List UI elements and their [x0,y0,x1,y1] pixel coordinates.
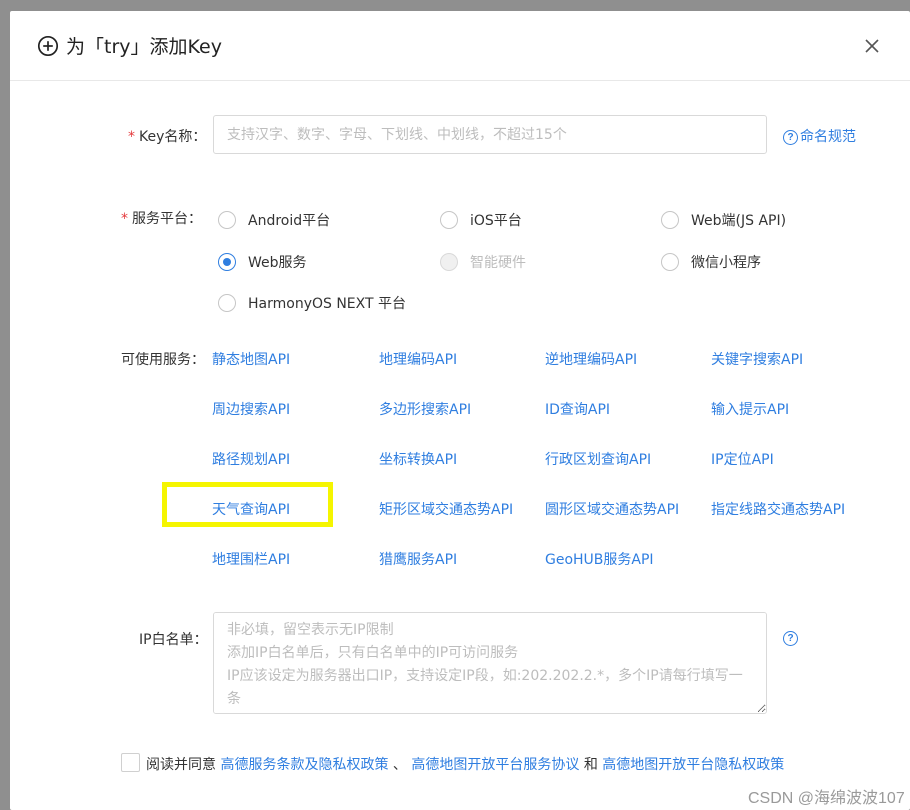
radio-smart-hardware: 智能硬件 [440,252,526,272]
radio-web-js-api[interactable]: Web端(JS API) [661,210,786,230]
service-agreement-link[interactable]: 高德地图开放平台服务协议 [411,757,579,773]
ip-whitelist-label: IP白名单： [139,632,208,648]
agreement-text: 阅读并同意 高德服务条款及隐私权政策 、 高德地图开放平台服务协议 和 高德地图… [146,757,785,773]
agreement-checkbox[interactable] [121,753,140,772]
radio-ios[interactable]: iOS平台 [440,210,522,230]
service-link[interactable]: 静态地图API [212,349,290,369]
radio-circle[interactable] [661,211,679,229]
radio-label: 微信小程序 [691,255,761,271]
close-icon[interactable] [862,36,882,56]
service-link[interactable]: 矩形区域交通态势API [379,499,513,519]
required-mark: * [121,211,128,227]
service-link[interactable]: 猎鹰服务API [379,549,457,569]
service-link[interactable]: 指定线路交通态势API [711,499,845,519]
service-link[interactable]: 输入提示API [711,399,789,419]
radio-circle[interactable] [440,211,458,229]
terms-link[interactable]: 高德服务条款及隐私权政策 [220,757,388,773]
service-link[interactable]: ID查询API [545,399,610,419]
privacy-policy-link[interactable]: 高德地图开放平台隐私权政策 [602,757,784,773]
service-link[interactable]: 多边形搜索API [379,399,471,419]
radio-wechat-mini-program[interactable]: 微信小程序 [661,252,761,272]
service-link[interactable]: 地理围栏API [212,549,290,569]
dialog-header: 为「try」添加Key [10,11,910,81]
dialog-title: 为「try」添加Key [66,36,222,58]
radio-harmonyos-next[interactable]: HarmonyOS NEXT 平台 [218,293,406,313]
radio-circle[interactable] [218,211,236,229]
service-link[interactable]: 地理编码API [379,349,457,369]
service-link[interactable]: 坐标转换API [379,449,457,469]
services-label: 可使用服务： [121,352,205,368]
radio-label: 智能硬件 [470,255,526,271]
question-circle-icon: ? [783,631,798,646]
radio-label: Android平台 [248,213,331,229]
service-link[interactable]: 行政区划查询API [545,449,651,469]
service-link[interactable]: 圆形区域交通态势API [545,499,679,519]
ip-help-link[interactable]: ? [783,630,800,646]
platform-label: * 服务平台： [121,211,202,227]
service-link[interactable]: 路径规划API [212,449,290,469]
service-link[interactable]: IP定位API [711,449,774,469]
radio-label: iOS平台 [470,213,522,229]
question-circle-icon: ? [783,130,798,145]
radio-circle[interactable] [218,294,236,312]
service-link[interactable]: 逆地理编码API [545,349,637,369]
watermark-text: CSDN @海绵波波107 [748,790,905,807]
key-name-label: * Key名称： [128,129,207,145]
add-key-dialog: 为「try」添加Key *Key名称： ?命名规范 *服务平台： Android… [10,11,910,810]
service-link[interactable]: GeoHUB服务API [545,549,654,569]
radio-label: Web服务 [248,255,307,271]
plus-circle-icon [37,35,59,57]
service-link-weather[interactable]: 天气查询API [212,499,290,519]
radio-circle-checked[interactable] [218,253,236,271]
required-mark: * [128,129,135,145]
ip-whitelist-textarea[interactable] [213,612,767,714]
radio-label: HarmonyOS NEXT 平台 [248,296,406,312]
radio-web-service[interactable]: Web服务 [218,252,307,272]
radio-circle[interactable] [661,253,679,271]
radio-android[interactable]: Android平台 [218,210,330,230]
naming-rules-link[interactable]: ? 命名规范 [783,126,856,146]
service-link[interactable]: 周边搜索API [212,399,290,419]
key-name-input[interactable] [213,115,767,154]
service-link[interactable]: 关键字搜索API [711,349,803,369]
radio-circle-disabled [440,253,458,271]
radio-label: Web端(JS API) [691,213,787,229]
